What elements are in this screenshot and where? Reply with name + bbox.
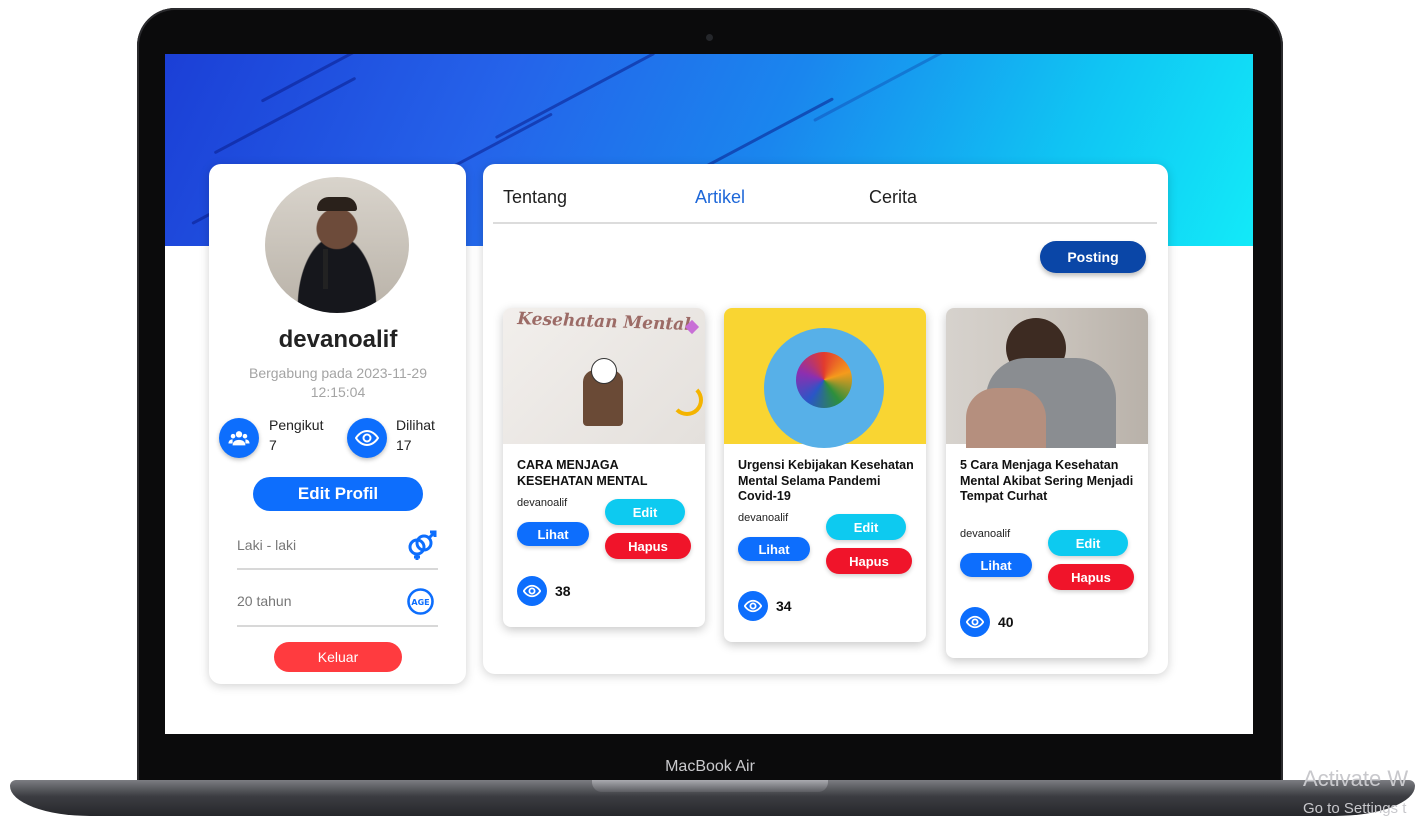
article-author: devanoalif [738, 512, 789, 524]
article-title: Urgensi Kebijakan Kesehatan Mental Selam… [738, 458, 914, 503]
view-article-button[interactable]: Lihat [517, 522, 589, 546]
age-divider [237, 625, 438, 627]
profile-avatar [265, 177, 409, 313]
joined-time: 12:15:04 [310, 384, 366, 400]
article-views-icon [517, 576, 547, 606]
article-views-icon [960, 607, 990, 637]
article-views-icon [738, 591, 768, 621]
article-author: devanoalif [517, 497, 568, 509]
age-icon: AGE [406, 587, 435, 620]
activate-windows-subtitle: Go to Settings t [1303, 800, 1407, 817]
thumbnail-title: Kesehatan Mental [516, 308, 692, 336]
edit-article-button[interactable]: Edit [1048, 530, 1128, 556]
article-views-count: 38 [555, 583, 571, 599]
views-count: 17 [396, 437, 412, 453]
followers-icon [219, 418, 259, 458]
gender-icon [405, 530, 437, 564]
edit-article-button[interactable]: Edit [605, 499, 685, 525]
gender-divider [237, 568, 438, 570]
edit-article-button[interactable]: Edit [826, 514, 906, 540]
device-label: MacBook Air [665, 758, 755, 775]
app-screen: devanoalif Bergabung pada 2023-11-29 12:… [165, 54, 1253, 734]
article-views-count: 34 [776, 598, 792, 614]
posting-button[interactable]: Posting [1040, 241, 1146, 273]
views-icon [347, 418, 387, 458]
article-author: devanoalif [960, 528, 1011, 540]
view-article-button[interactable]: Lihat [738, 537, 810, 561]
article-card: Urgensi Kebijakan Kesehatan Mental Selam… [724, 308, 926, 642]
webcam [706, 34, 713, 41]
article-views-count: 40 [998, 614, 1014, 630]
delete-article-button[interactable]: Hapus [826, 548, 912, 574]
views-label: Dilihat [396, 417, 435, 433]
article-title: CARA MENJAGA KESEHATAN MENTAL [517, 458, 648, 488]
edit-profile-button[interactable]: Edit Profil [253, 477, 423, 511]
tabs-divider [493, 222, 1157, 224]
svg-text:AGE: AGE [411, 598, 429, 607]
delete-article-button[interactable]: Hapus [605, 533, 691, 559]
followers-label: Pengikut [269, 417, 324, 433]
joined-date: Bergabung pada 2023-11-29 [248, 365, 427, 381]
article-thumbnail[interactable] [724, 308, 926, 448]
tab-cerita[interactable]: Cerita [869, 187, 917, 208]
tab-artikel[interactable]: Artikel [695, 187, 745, 208]
article-thumbnail[interactable]: Kesehatan Mental [503, 308, 705, 444]
laptop-hinge-notch [592, 780, 828, 792]
profile-username: devanoalif [278, 326, 398, 353]
tab-tentang[interactable]: Tentang [503, 187, 567, 208]
view-article-button[interactable]: Lihat [960, 553, 1032, 577]
article-title: 5 Cara Menjaga Kesehatan Mental Akibat S… [960, 458, 1134, 503]
article-card: Kesehatan Mental CARA MENJAGA KESEHATAN … [503, 308, 705, 627]
article-card: 5 Cara Menjaga Kesehatan Mental Akibat S… [946, 308, 1148, 658]
logout-button[interactable]: Keluar [274, 642, 402, 672]
activate-windows-title: Activate W [1303, 766, 1409, 791]
article-thumbnail[interactable] [946, 308, 1148, 448]
followers-count: 7 [269, 437, 277, 453]
delete-article-button[interactable]: Hapus [1048, 564, 1134, 590]
profile-joined-date: Bergabung pada 2023-11-29 12:15:04 [235, 364, 441, 402]
